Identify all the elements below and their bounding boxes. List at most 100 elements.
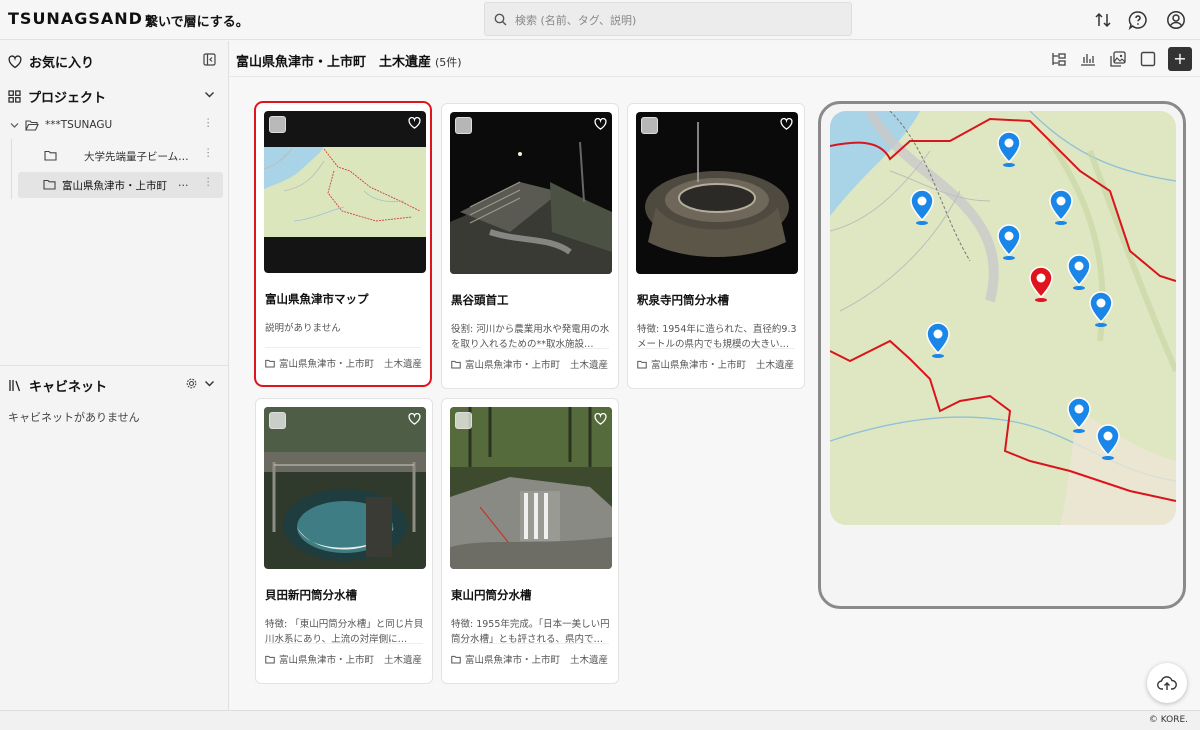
card-title: 東山円筒分水槽 [451,588,532,602]
heart-icon[interactable] [594,118,607,130]
images-icon[interactable] [1109,50,1127,68]
card-folder[interactable]: 富山県魚津市・上市町 [279,356,374,370]
more-icon[interactable]: ⋮ [203,176,214,188]
map-pin-icon[interactable] [1067,254,1091,290]
heart-icon[interactable] [780,118,793,130]
main-panel: 富山県魚津市・上市町 土木遺産 (5件) + 富山県魚津市マップ 説明がありません… [230,41,1200,710]
sort-icon[interactable] [1093,10,1113,30]
select-checkbox[interactable] [269,412,286,429]
select-square-icon[interactable] [1139,50,1157,68]
card-thumbnail[interactable] [264,111,426,273]
map-pin-icon[interactable] [926,322,950,358]
map-pin-icon[interactable] [997,224,1021,260]
map-view[interactable] [830,111,1176,525]
account-icon[interactable] [1166,10,1186,30]
tree-item-tsunagu[interactable]: ***TSUNAGU ⋮ [0,113,229,139]
footer: © KORE. [0,710,1200,730]
heart-icon [8,54,22,68]
card-tag[interactable]: 土木遺産 [756,357,794,371]
card-footer: 富山県魚津市・上市町 土木遺産 [451,652,608,666]
card-footer: 富山県魚津市・上市町 土木遺産 [265,652,422,666]
map-pin-icon[interactable] [997,131,1021,167]
card-shakusenji[interactable]: 釈泉寺円筒分水槽 特徴: 1954年に造られた、直径約9.3メートルの県内でも規… [627,103,805,389]
tree-item-toyama[interactable]: 富山県魚津市・上市町 … ⋮ [18,172,223,198]
cabinet-empty-text: キャビネットがありません [8,411,140,424]
folder-icon [265,359,275,367]
map-panel [818,101,1186,609]
card-title: 貝田新円筒分水槽 [265,588,357,602]
map-pin-icon[interactable] [1096,424,1120,460]
search-input[interactable] [515,10,835,30]
page-title-text: 富山県魚津市・上市町 土木遺産 [236,55,432,70]
projects-header[interactable]: プロジェクト [8,87,106,106]
card-title: 釈泉寺円筒分水槽 [637,293,729,307]
tree-item-label: 富山県魚津市・上市町 [62,180,167,192]
search-icon [494,13,507,26]
heart-icon[interactable] [408,117,421,129]
card-thumbnail[interactable] [636,112,798,274]
gear-icon[interactable] [186,378,197,389]
chevron-down-icon[interactable] [204,380,215,388]
books-icon [9,380,21,392]
chevron-down-icon[interactable] [204,91,215,99]
select-checkbox[interactable] [455,117,472,134]
folder-icon [451,655,461,663]
favorites-header[interactable]: お気に入り [8,52,94,71]
app-logo[interactable]: TSUNAGSAND [8,9,143,28]
more-icon[interactable]: ⋮ [203,147,214,159]
select-checkbox[interactable] [455,412,472,429]
add-button[interactable]: + [1168,47,1192,71]
cabinet-header[interactable]: キャビネット [8,376,107,395]
tree-item-label: 大学先端量子ビーム… [84,151,189,163]
card-folder[interactable]: 富山県魚津市・上市町 [465,652,560,666]
card-tag[interactable]: 土木遺産 [384,356,422,370]
cabinet-label: キャビネット [29,380,108,395]
card-folder[interactable]: 富山県魚津市・上市町 [279,652,374,666]
card-kaida[interactable]: 貝田新円筒分水槽 特徴: 「東山円筒分水槽」と同じ片貝川水系にあり、上流の対岸側… [255,398,433,684]
card-higashiyama[interactable]: 東山円筒分水槽 特徴: 1955年完成。「日本一美しい円筒分水槽」とも評される、… [441,398,619,684]
card-thumbnail[interactable] [450,112,612,274]
card-folder[interactable]: 富山県魚津市・上市町 [651,357,746,371]
upload-button[interactable] [1147,663,1187,703]
card-thumbnail[interactable] [450,407,612,569]
map-pin-icon[interactable] [910,189,934,225]
heart-icon[interactable] [594,413,607,425]
folder-icon [637,360,647,368]
map-pin-selected-icon[interactable] [1029,266,1053,302]
favorites-label: お気に入り [29,56,95,71]
map-pin-icon[interactable] [1067,397,1091,433]
card-map[interactable]: 富山県魚津市マップ 説明がありません 富山県魚津市・上市町 土木遺産 [254,101,432,387]
chevron-down-icon [10,123,19,128]
folder-icon [265,655,275,663]
ellipsis-label[interactable]: … [178,177,189,189]
photo-shakusenji-image [636,112,798,274]
card-title: 黒谷頭首工 [451,293,509,307]
card-folder[interactable]: 富山県魚津市・上市町 [465,357,560,371]
folder-open-icon [25,120,39,131]
card-description: 説明がありません [265,323,341,334]
help-icon[interactable] [1128,10,1148,30]
photo-higashiyama-image [450,407,612,569]
select-checkbox[interactable] [641,117,658,134]
card-kurotani[interactable]: 黒谷頭首工 役割: 河川から農業用水や発電用の水を取り入れるための**取水施設…… [441,103,619,389]
photo-kurotani-image [450,112,612,274]
map-pin-icon[interactable] [1089,291,1113,327]
card-tag[interactable]: 土木遺産 [570,357,608,371]
map-pin-icon[interactable] [1049,189,1073,225]
divider [451,348,609,349]
card-tag[interactable]: 土木遺産 [384,652,422,666]
card-footer: 富山県魚津市・上市町 土木遺産 [265,356,422,370]
card-tag[interactable]: 土木遺産 [570,652,608,666]
map-thumbnail-image [264,111,426,273]
card-thumbnail[interactable] [264,407,426,569]
tree-view-icon[interactable] [1050,50,1068,68]
app-tagline: 繋いで層にする。 [145,15,249,30]
more-icon[interactable]: ⋮ [203,117,214,129]
search-box[interactable] [484,2,852,36]
sidebar: お気に入り プロジェクト ***TSUNAGU ⋮ 大学先端量子ビーム… ⋮ 富… [0,41,229,710]
heart-icon[interactable] [408,413,421,425]
select-checkbox[interactable] [269,116,286,133]
collapse-sidebar-icon[interactable] [203,53,216,66]
tree-item-university[interactable]: 大学先端量子ビーム… ⋮ [0,143,229,169]
chart-icon[interactable] [1079,50,1097,68]
